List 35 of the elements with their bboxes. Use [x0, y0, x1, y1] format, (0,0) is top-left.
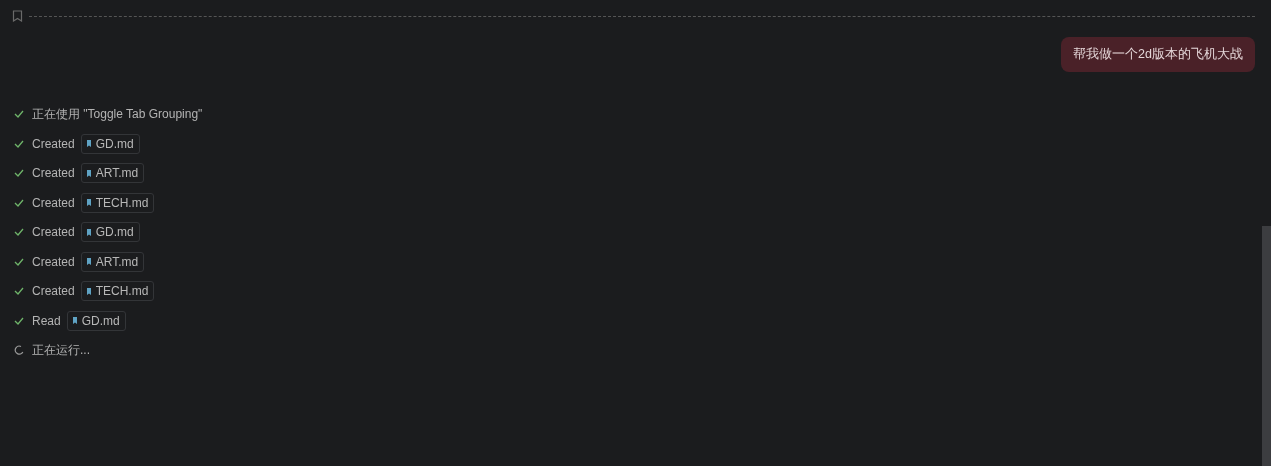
step-label: Created: [32, 225, 75, 240]
file-icon: [86, 140, 91, 148]
file-chip[interactable]: TECH.md: [80, 281, 155, 302]
check-icon: [14, 139, 24, 148]
step-label: Created: [32, 254, 75, 269]
step-label: Created: [32, 166, 75, 181]
check-icon: [14, 198, 24, 207]
step-label: Created: [32, 195, 75, 210]
check-icon: [14, 316, 24, 325]
file-icon: [86, 228, 91, 236]
file-icon: [86, 169, 91, 177]
check-icon: [14, 287, 24, 296]
step-label: Created: [32, 136, 75, 151]
spinner-icon: [14, 345, 24, 356]
check-icon: [14, 169, 24, 178]
file-icon: [86, 258, 91, 266]
file-chip[interactable]: TECH.md: [80, 192, 155, 213]
check-icon: [14, 110, 24, 119]
step-label: 正在运行...: [32, 341, 90, 359]
file-icon: [86, 199, 91, 207]
file-chip[interactable]: GD.md: [80, 133, 140, 154]
file-chip[interactable]: GD.md: [80, 222, 140, 243]
file-chip[interactable]: ART.md: [80, 163, 145, 184]
file-chip[interactable]: ART.md: [80, 251, 145, 272]
step-label: Created: [32, 284, 75, 299]
step-label: Read: [32, 313, 61, 328]
file-icon: [86, 287, 91, 295]
check-icon: [14, 257, 24, 266]
step-label: 正在使用 "Toggle Tab Grouping": [32, 105, 203, 123]
user-message: 帮我做一个2d版本的飞机大战: [1061, 37, 1255, 72]
file-chip[interactable]: GD.md: [66, 310, 126, 331]
bookmark-icon[interactable]: [12, 10, 23, 22]
scrollbar[interactable]: [1262, 226, 1271, 466]
file-icon: [72, 317, 77, 325]
check-icon: [14, 228, 24, 237]
